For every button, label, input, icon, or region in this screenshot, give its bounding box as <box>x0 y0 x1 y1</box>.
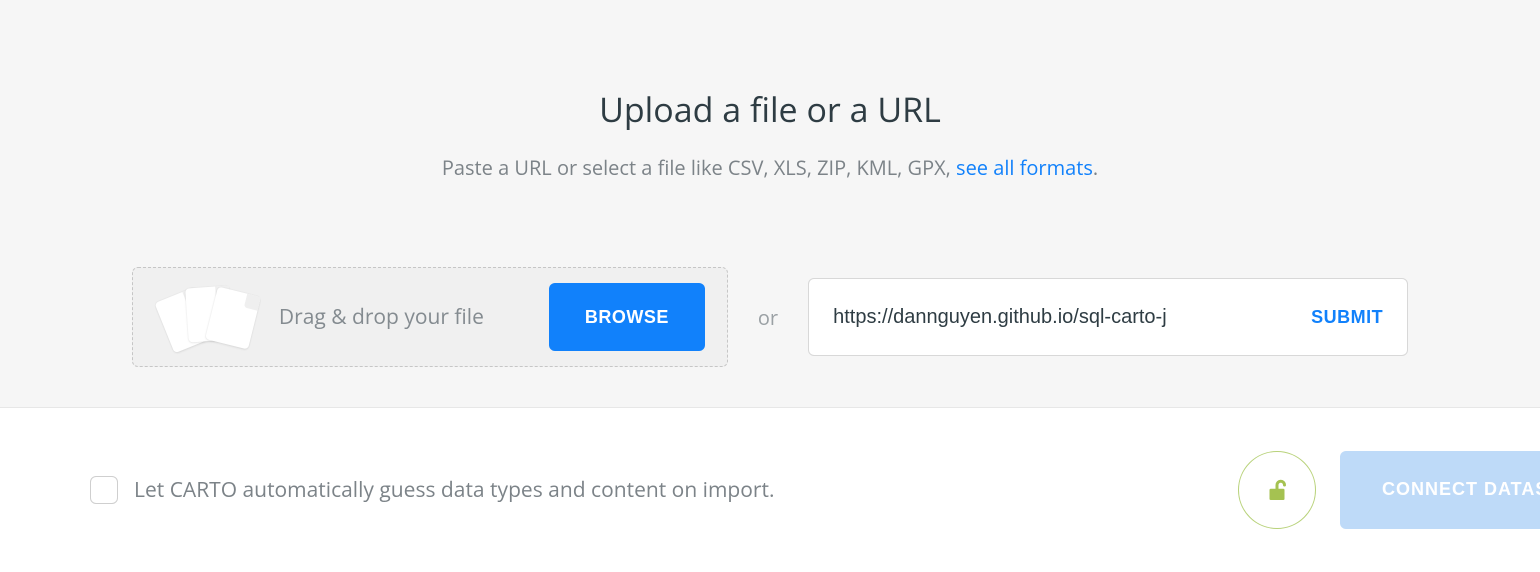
subtitle-period: . <box>1093 154 1098 181</box>
see-all-formats-link[interactable]: see all formats <box>956 154 1093 181</box>
auto-guess-checkbox[interactable] <box>90 476 118 504</box>
dropzone-label: Drag & drop your file <box>279 303 527 331</box>
footer-bar: Let CARTO automatically guess data types… <box>0 408 1540 572</box>
page-subtitle: Paste a URL or select a file like CSV, X… <box>0 154 1540 181</box>
unlock-icon <box>1262 475 1292 505</box>
file-dropzone[interactable]: Drag & drop your file BROWSE <box>132 267 728 367</box>
upload-panel: Upload a file or a URL Paste a URL or se… <box>0 0 1540 407</box>
url-input[interactable] <box>833 306 1291 329</box>
submit-button[interactable]: SUBMIT <box>1291 307 1383 328</box>
connect-dataset-button[interactable]: CONNECT DATASET <box>1340 451 1540 529</box>
privacy-toggle[interactable] <box>1238 451 1316 529</box>
auto-guess-label: Let CARTO automatically guess data types… <box>134 476 774 504</box>
files-stack-icon <box>157 285 257 349</box>
browse-button[interactable]: BROWSE <box>549 283 705 351</box>
page-title: Upload a file or a URL <box>0 86 1540 132</box>
footer-right-group: CONNECT DATASET <box>1238 451 1540 529</box>
url-input-box: SUBMIT <box>808 278 1408 356</box>
subtitle-text: Paste a URL or select a file like CSV, X… <box>442 154 956 181</box>
upload-controls-row: Drag & drop your file BROWSE or SUBMIT <box>0 267 1540 367</box>
or-separator: or <box>758 304 778 331</box>
